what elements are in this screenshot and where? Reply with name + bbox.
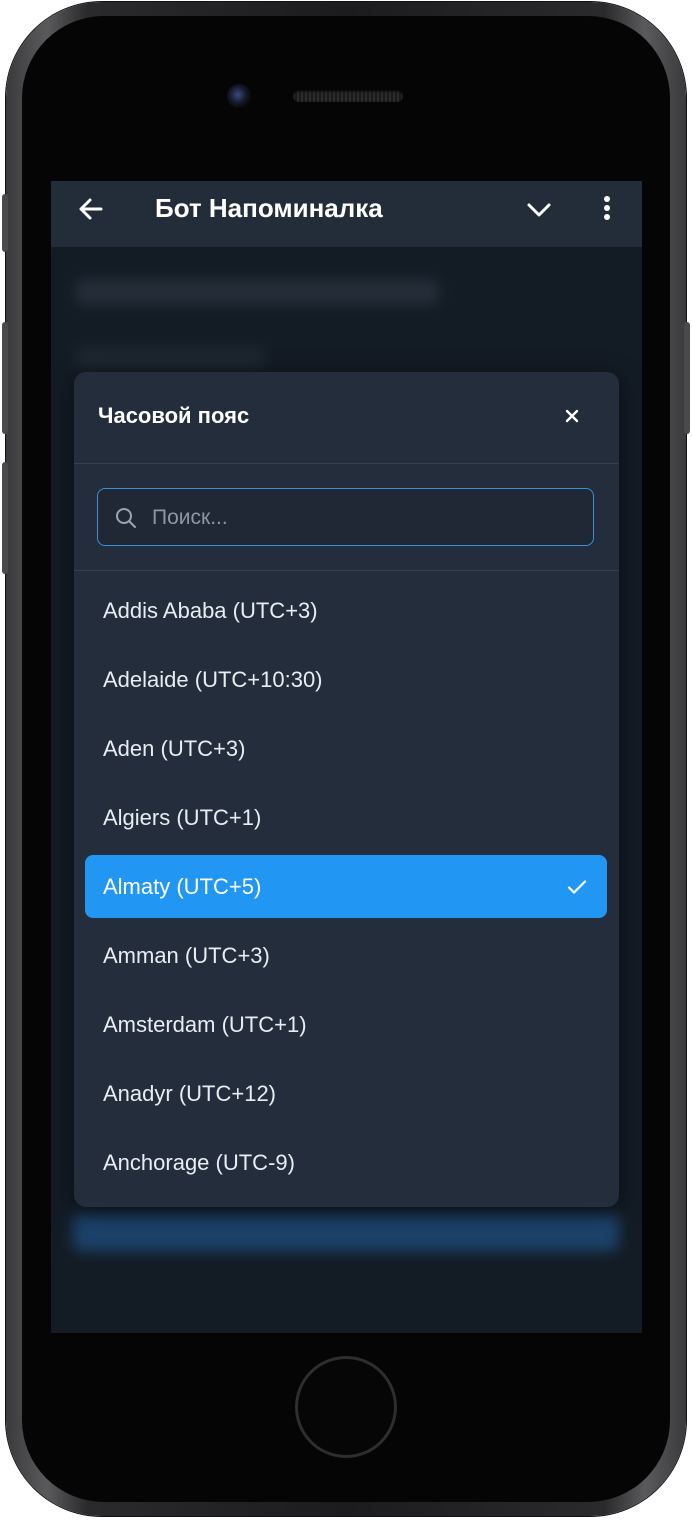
timezone-option[interactable]: Amman (UTC+3) xyxy=(85,924,607,987)
app-bar: Бот Напоминалка xyxy=(51,181,642,247)
search-icon xyxy=(116,508,136,528)
chevron-down-icon xyxy=(527,203,551,217)
search-input[interactable] xyxy=(150,497,574,539)
more-vertical-icon xyxy=(604,196,610,220)
back-button[interactable] xyxy=(75,193,107,225)
timezone-dialog: Часовой пояс Addis Ababa (UTC+3) Adelaid… xyxy=(74,372,619,1207)
timezone-label: Adelaide (UTC+10:30) xyxy=(103,667,323,692)
arrow-left-icon xyxy=(79,198,103,220)
phone-screen: Бот Напоминалка Часовой пояс Поиск... Ad… xyxy=(51,181,642,1333)
timezone-option[interactable]: Amsterdam (UTC+1) xyxy=(85,993,607,1056)
mute-switch xyxy=(2,194,8,252)
dialog-title: Часовой пояс xyxy=(98,403,250,428)
search-divider xyxy=(74,570,619,571)
home-button xyxy=(295,1356,397,1458)
timezone-label: Anadyr (UTC+12) xyxy=(103,1081,277,1106)
timezone-option-selected[interactable]: Almaty (UTC+5) xyxy=(85,855,607,918)
front-camera xyxy=(227,84,251,108)
timezone-label: Addis Ababa (UTC+3) xyxy=(103,598,318,623)
timezone-label: Amsterdam (UTC+1) xyxy=(103,1012,307,1037)
volume-up-button xyxy=(2,322,8,434)
close-button[interactable] xyxy=(562,406,582,426)
app-title: Бот Напоминалка xyxy=(155,193,383,223)
volume-down-button xyxy=(2,462,8,574)
timezone-option[interactable]: Anchorage (UTC-9) xyxy=(85,1131,607,1194)
timezone-label: Amman (UTC+3) xyxy=(103,943,270,968)
earpiece-speaker xyxy=(293,90,403,102)
timezone-option[interactable]: Aden (UTC+3) xyxy=(85,717,607,780)
timezone-option[interactable]: Adelaide (UTC+10:30) xyxy=(85,648,607,711)
timezone-label: Algiers (UTC+1) xyxy=(103,805,262,830)
search-field[interactable] xyxy=(97,488,594,546)
timezone-option[interactable]: Anadyr (UTC+12) xyxy=(85,1062,607,1125)
more-menu-button[interactable] xyxy=(596,193,618,225)
timezone-label: Aden (UTC+3) xyxy=(103,736,246,761)
check-icon xyxy=(567,880,587,894)
collapse-button[interactable] xyxy=(524,195,554,225)
timezone-label: Anchorage (UTC-9) xyxy=(103,1150,295,1175)
timezone-option[interactable]: Addis Ababa (UTC+3) xyxy=(85,579,607,642)
timezone-option[interactable]: Algiers (UTC+1) xyxy=(85,786,607,849)
timezone-label: Almaty (UTC+5) xyxy=(103,874,262,899)
power-button xyxy=(684,322,690,434)
close-icon xyxy=(565,409,579,423)
header-divider xyxy=(74,463,619,464)
